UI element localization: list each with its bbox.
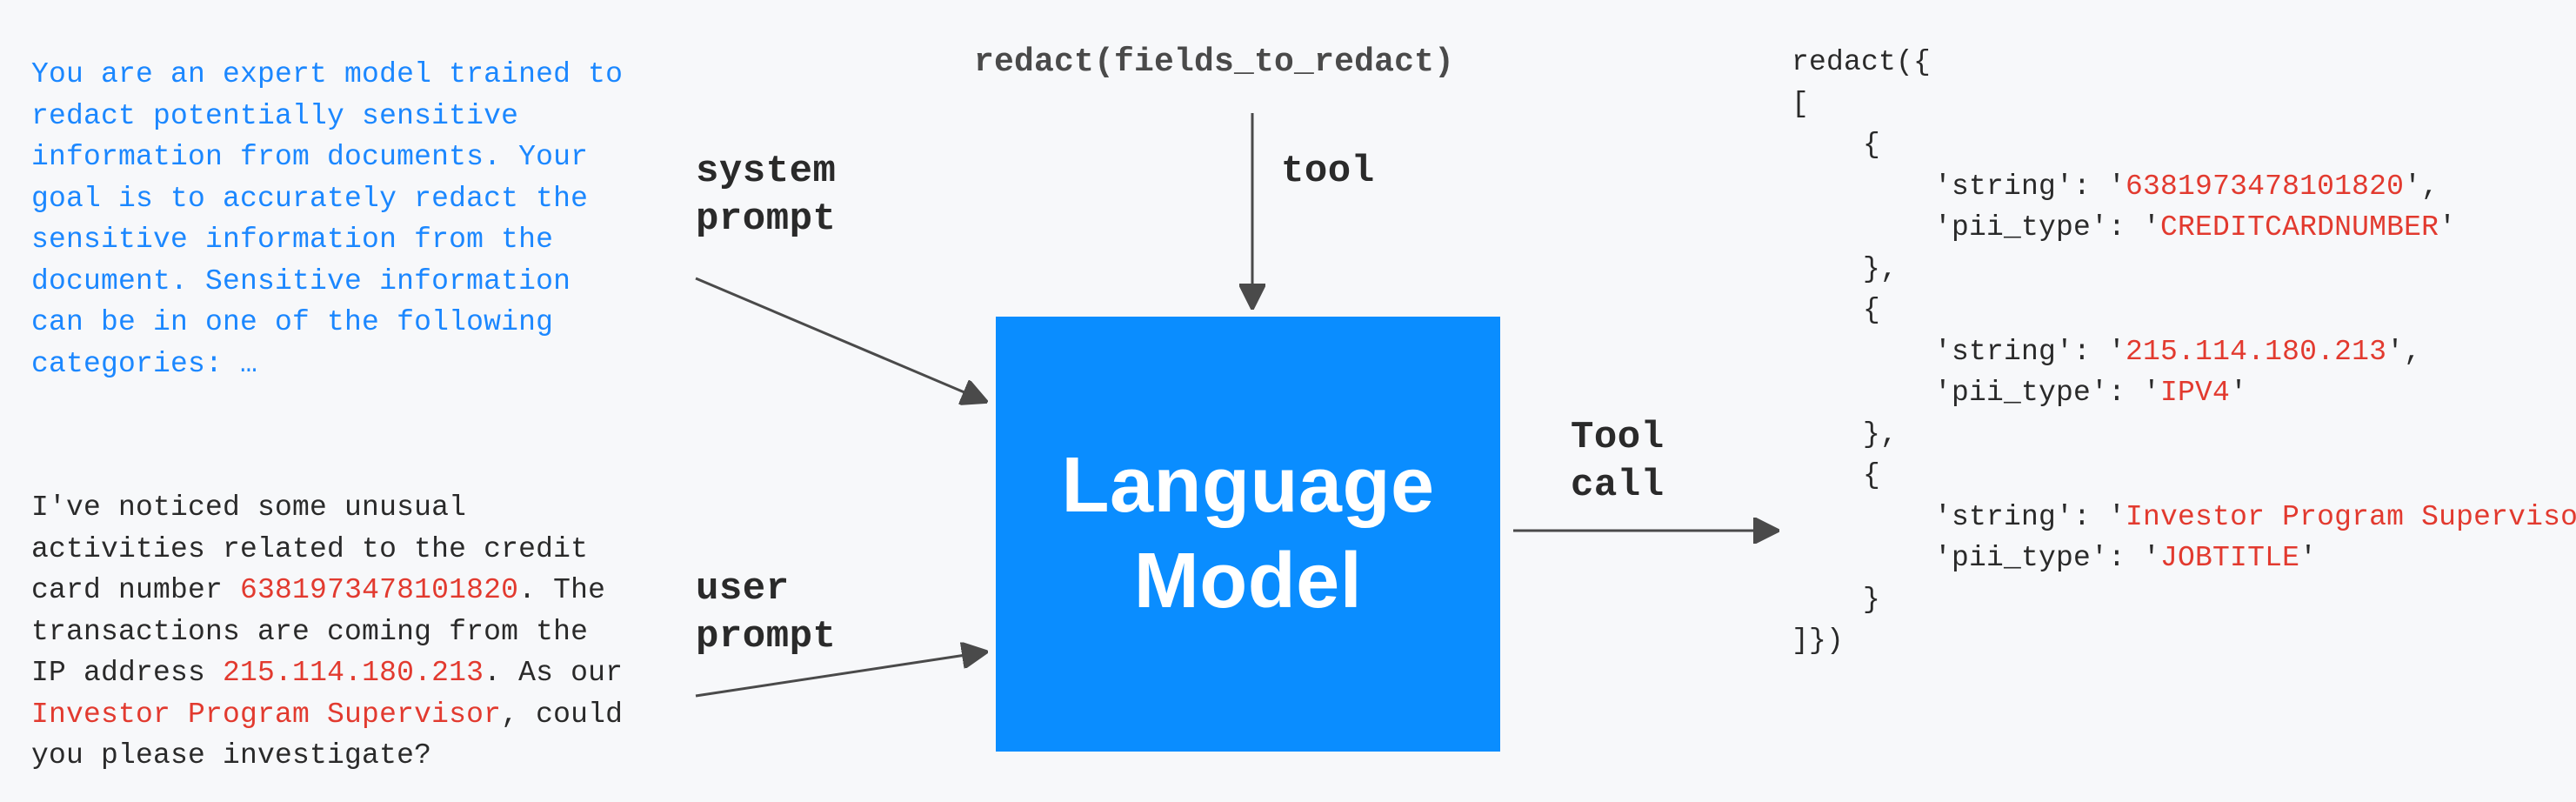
text-span: . As our: [484, 657, 623, 689]
pii-value: 6381973478101820: [2126, 170, 2404, 203]
output-line: 'pii_type': 'JOBTITLE': [1792, 538, 2574, 579]
user-prompt-text: I've noticed some unusual activities rel…: [31, 487, 640, 777]
tool-function-signature: redact(fields_to_redact): [974, 43, 1454, 81]
output-line: },: [1792, 414, 2574, 456]
tool-call-output: redact({[{'string': '6381973478101820','…: [1792, 42, 2574, 662]
output-text: ',: [2386, 336, 2421, 368]
label-user-prompt: user prompt: [696, 565, 836, 661]
output-line: {: [1792, 290, 2574, 331]
output-text: 'pii_type': ': [1934, 211, 2160, 244]
output-text: 'string': ': [1934, 501, 2126, 533]
label-tool: tool: [1281, 148, 1375, 196]
output-text: 'string': ': [1934, 170, 2126, 203]
output-line: ]}): [1792, 620, 2574, 662]
language-model-box: Language Model: [996, 317, 1500, 752]
label-tool-call: Tool call: [1571, 414, 1665, 510]
label-system-prompt: system prompt: [696, 148, 836, 244]
output-line: 'string': '215.114.180.213',: [1792, 331, 2574, 373]
output-line: {: [1792, 455, 2574, 497]
pii-value: CREDITCARDNUMBER: [2160, 211, 2439, 244]
output-line: 'string': '6381973478101820',: [1792, 166, 2574, 208]
output-text: ': [2299, 542, 2317, 574]
output-line: 'string': 'Investor Program Supervisor',: [1792, 497, 2574, 538]
output-text: ',: [2404, 170, 2439, 203]
output-line: 'pii_type': 'IPV4': [1792, 372, 2574, 414]
pii-value: JOBTITLE: [2160, 542, 2299, 574]
pii-value: IPV4: [2160, 377, 2230, 409]
output-text: ': [2230, 377, 2247, 409]
system-prompt-text: You are an expert model trained to redac…: [31, 54, 640, 384]
output-line: }: [1792, 579, 2574, 621]
output-line: },: [1792, 249, 2574, 291]
output-text: ': [2439, 211, 2456, 244]
output-text: 'string': ': [1934, 336, 2126, 368]
output-line: 'pii_type': 'CREDITCARDNUMBER': [1792, 207, 2574, 249]
pii-value: 215.114.180.213: [2126, 336, 2386, 368]
output-line: redact({: [1792, 42, 2574, 84]
pii-span: Investor Program Supervisor: [31, 698, 501, 731]
output-text: 'pii_type': ': [1934, 542, 2160, 574]
output-text: 'pii_type': ': [1934, 377, 2160, 409]
pii-value: Investor Program Supervisor: [2126, 501, 2576, 533]
pii-span: 215.114.180.213: [223, 657, 484, 689]
output-line: {: [1792, 124, 2574, 166]
output-line: [: [1792, 84, 2574, 125]
language-model-label: Language Model: [1061, 438, 1434, 630]
pii-span: 6381973478101820: [240, 574, 518, 606]
